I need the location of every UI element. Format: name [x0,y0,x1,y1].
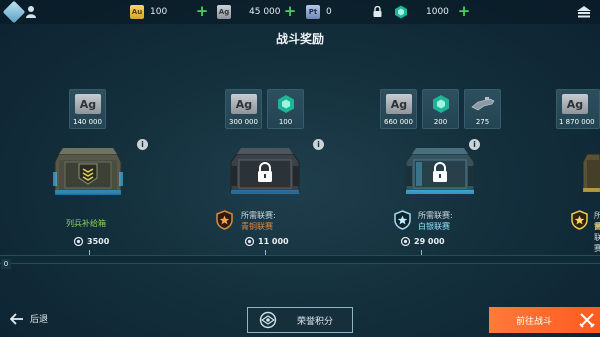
reward-value: 140 000 [73,118,102,126]
reward-value: 100 [278,118,293,126]
info-icon[interactable]: i [137,139,148,150]
silver-currency: Ag 45 000 [217,4,281,20]
reward-silver-tile[interactable]: Ag 1 870 000 [556,89,600,129]
reward-silver-tile[interactable]: Ag 300 000 [225,89,262,129]
go-to-battle-label: 前往战斗 [516,316,553,327]
crossed-swords-icon [579,313,595,328]
reward-gem-tile[interactable]: 100 [267,89,304,129]
lock-icon [373,6,382,17]
go-to-battle-button[interactable]: 前往战斗 [489,307,600,333]
reward-silver-tile[interactable]: Ag 140 000 [69,89,106,129]
silver-icon: Ag [231,94,257,114]
arrow-left-icon [10,312,23,325]
reward-value: 660 000 [384,118,413,126]
supply-box-icon[interactable] [53,144,123,200]
points-requirement: 3500 [74,237,109,246]
silver-icon: Ag [75,94,101,114]
points-requirement: 29 000 [401,237,445,246]
reward-silver-tile[interactable]: Ag 660 000 [380,89,417,129]
gem-currency: 1000 [394,4,449,20]
requirement-label: 所需联赛: [594,211,600,253]
back-label: 后退 [30,315,49,325]
gold-icon: Au [130,5,144,19]
honor-points-label: 荣誉积分 [297,316,334,327]
honor-points-button[interactable]: 荣誉积分 [247,307,353,333]
platinum-currency: Pt 0 [306,4,332,20]
locked-box-icon[interactable] [229,146,301,200]
locked-box-icon[interactable] [404,146,476,200]
gold-league-badge-icon [571,210,588,230]
platinum-amount: 0 [326,7,332,17]
page-title: 战斗奖励 [275,32,324,46]
silver-amount: 45 000 [249,7,281,17]
honor-medal-icon [245,237,254,246]
weapon-part-icon [471,97,495,111]
points-requirement: 11 000 [245,237,289,246]
gold-currency: Au 100 [130,4,167,20]
honor-medal-icon [74,237,83,246]
silver-icon: Ag [386,94,412,114]
platinum-icon: Pt [306,5,320,19]
reward-gem-tile[interactable]: 200 [422,89,459,129]
diamond-logo-icon[interactable] [2,0,26,24]
gem-amount: 1000 [426,7,449,17]
hexagon-gem-icon [433,95,449,113]
reward-value: 1 870 000 [559,118,595,126]
requirement-league: 白银联赛 [418,222,450,231]
requirement-league: 黄 [594,222,600,231]
reward-value: 300 000 [229,118,258,126]
honor-medal-icon [401,237,410,246]
progress-current-value: 0 [1,259,11,269]
hexagon-gem-icon [395,5,407,19]
top-bar: Au 100 + Ag 45 000 + Pt 0 1000 + [0,0,600,24]
shop-icon[interactable] [576,4,592,20]
box-name: 列兵补给箱 [66,219,106,228]
info-icon[interactable]: i [313,139,324,150]
bronze-league-badge-icon [216,210,233,230]
reward-value: 200 [433,118,448,126]
reward-weapon-tile[interactable]: 275 [464,89,501,129]
reward-value: 275 [475,118,490,126]
locked-box-icon[interactable] [583,148,600,198]
gold-amount: 100 [150,7,168,17]
requirement-label: 所需联赛: [418,211,453,220]
honor-medal-icon [259,311,277,329]
plus-icon[interactable]: + [457,2,471,20]
requirement-label: 所需联赛: [241,211,276,220]
requirement-league: 青铜联赛 [241,222,273,231]
plus-icon[interactable]: + [195,2,209,20]
silver-icon: Ag [217,5,231,19]
plus-icon[interactable]: + [283,2,297,20]
hexagon-gem-icon [278,95,294,113]
points-progress-track [0,255,600,264]
silver-icon: Ag [562,94,588,114]
back-button[interactable]: 后退 [10,312,48,325]
user-icon[interactable] [25,5,37,19]
silver-league-badge-icon [394,210,411,230]
